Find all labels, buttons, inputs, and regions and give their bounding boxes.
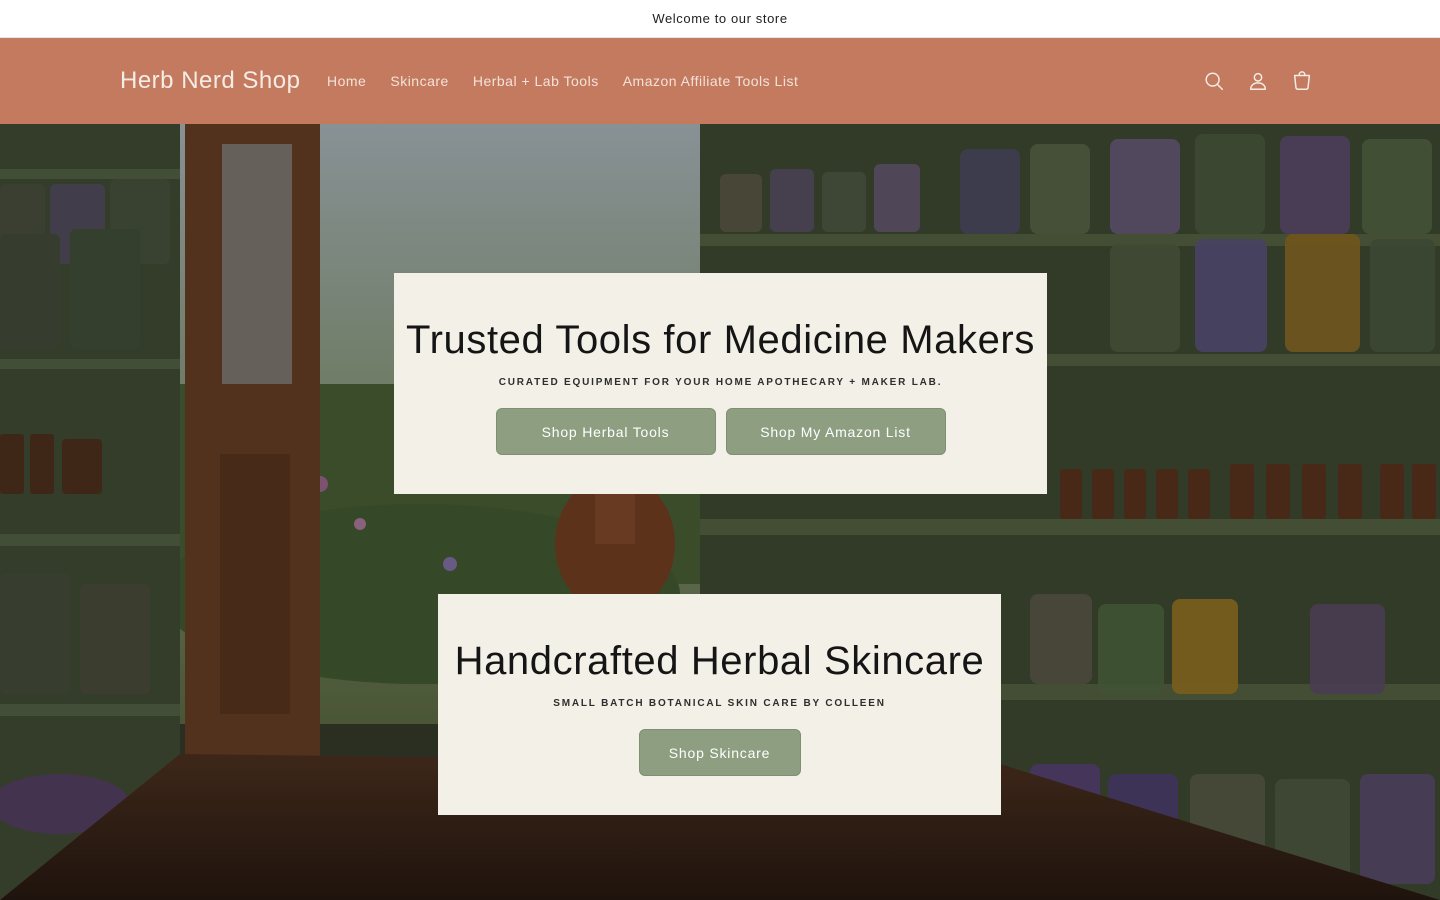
site-header: Herb Nerd Shop Home Skincare Herbal + La… <box>0 38 1440 124</box>
hero-buttons-1: Shop Herbal Tools Shop My Amazon List <box>495 408 946 455</box>
nav-home[interactable]: Home <box>315 73 378 89</box>
store-logo[interactable]: Herb Nerd Shop <box>120 38 300 124</box>
announcement-bar: Welcome to our store <box>0 0 1440 38</box>
hero-card-skincare: Handcrafted Herbal Skincare SMALL BATCH … <box>438 594 1001 815</box>
search-icon[interactable] <box>1192 59 1236 103</box>
nav-herbal-lab-tools[interactable]: Herbal + Lab Tools <box>461 73 611 89</box>
nav-amazon-affiliate-tools-list[interactable]: Amazon Affiliate Tools List <box>611 73 811 89</box>
shop-skincare-button[interactable]: Shop Skincare <box>638 729 801 776</box>
nav-skincare[interactable]: Skincare <box>378 73 460 89</box>
shop-amazon-list-button[interactable]: Shop My Amazon List <box>725 408 946 455</box>
cart-icon[interactable] <box>1280 59 1324 103</box>
hero-subtitle-1: CURATED EQUIPMENT FOR YOUR HOME APOTHECA… <box>498 377 943 388</box>
account-icon[interactable] <box>1236 59 1280 103</box>
header-icons <box>1192 59 1324 103</box>
announcement-text: Welcome to our store <box>652 11 788 26</box>
hero-banner: Trusted Tools for Medicine Makers CURATE… <box>0 124 1440 900</box>
hero-subtitle-2: SMALL BATCH BOTANICAL SKIN CARE BY COLLE… <box>553 698 886 709</box>
hero-buttons-2: Shop Skincare <box>638 729 801 776</box>
hero-title-2: Handcrafted Herbal Skincare <box>454 639 985 683</box>
hero-card-medicine-makers: Trusted Tools for Medicine Makers CURATE… <box>394 273 1047 494</box>
main-nav: Home Skincare Herbal + Lab Tools Amazon … <box>315 38 810 124</box>
shop-herbal-tools-button[interactable]: Shop Herbal Tools <box>495 408 716 455</box>
hero-title-1: Trusted Tools for Medicine Makers <box>406 318 1035 362</box>
